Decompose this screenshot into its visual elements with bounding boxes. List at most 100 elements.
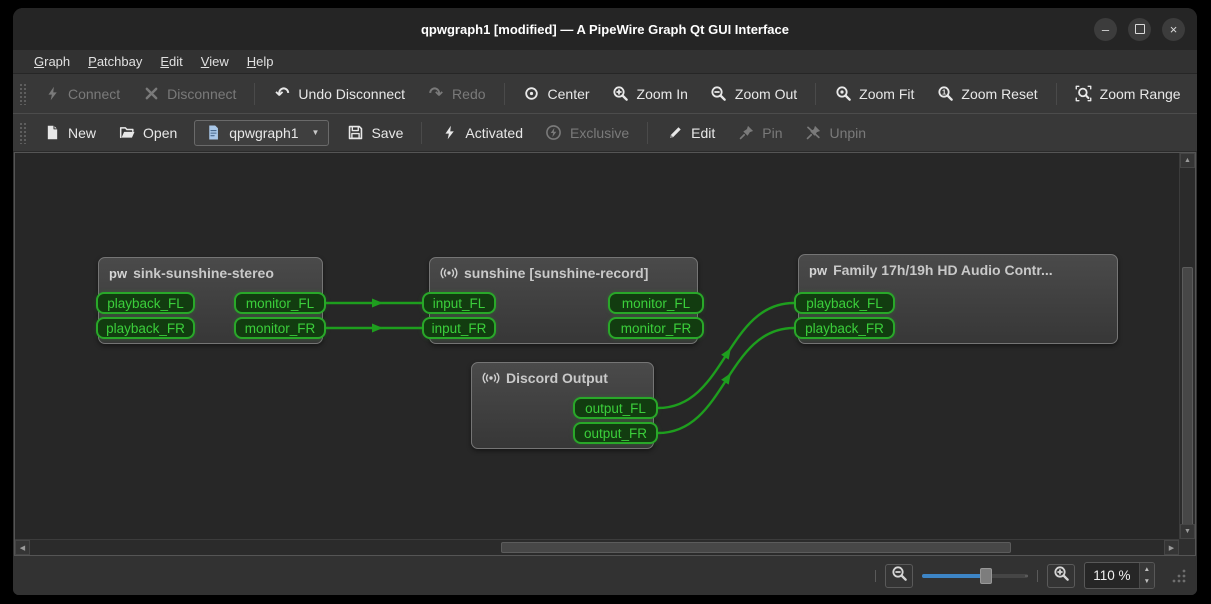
- pin-button[interactable]: Pin: [726, 119, 793, 147]
- port-sunshine-input-fl[interactable]: input_FL: [422, 292, 496, 314]
- exclusive-icon: [545, 124, 563, 142]
- disconnect-button[interactable]: Disconnect: [131, 80, 247, 108]
- zoom-range-button[interactable]: Zoom Range: [1064, 80, 1192, 108]
- zoom-in-icon: [612, 85, 630, 103]
- toolbar-label: New: [68, 124, 97, 141]
- menu-patchbay[interactable]: Patchbay: [79, 52, 151, 71]
- toolbar-label: Zoom Fit: [859, 85, 915, 102]
- zoom-fit-icon: [834, 85, 852, 103]
- port-discord-output-output-fl[interactable]: output_FL: [573, 397, 658, 419]
- toolbar-label: Zoom Range: [1099, 85, 1181, 102]
- port-family-hd-audio-playback-fl[interactable]: playback_FL: [794, 292, 895, 314]
- graph-canvas[interactable]: pw sink-sunshine-stereo sunshine [sunshi…: [15, 153, 1179, 539]
- window-title: qpwgraph1 [modified] — A PipeWire Graph …: [420, 21, 789, 37]
- toolbar-label: Connect: [68, 85, 121, 102]
- window-controls: – ×: [1094, 8, 1185, 50]
- svg-text:1: 1: [942, 88, 946, 97]
- close-button[interactable]: ×: [1162, 17, 1185, 41]
- menubar: Graph Patchbay Edit View Help: [13, 50, 1197, 74]
- minimize-button[interactable]: –: [1094, 17, 1117, 41]
- port-family-hd-audio-playback-fr[interactable]: playback_FR: [794, 317, 895, 339]
- port-sunshine-input-fr[interactable]: input_FR: [422, 317, 496, 339]
- unpin-button[interactable]: Unpin: [793, 119, 877, 147]
- spin-up-icon[interactable]: ▲: [1140, 563, 1154, 576]
- connect-button[interactable]: Connect: [32, 80, 131, 108]
- port-sink-sunshine-stereo-playback-fl[interactable]: playback_FL: [96, 292, 195, 314]
- horizontal-scroll-thumb[interactable]: [501, 542, 1011, 553]
- port-sink-sunshine-stereo-playback-fr[interactable]: playback_FR: [96, 317, 195, 339]
- zoom-reset-button[interactable]: 1 Zoom Reset: [925, 80, 1048, 108]
- port-sunshine-monitor-fl[interactable]: monitor_FL: [608, 292, 704, 314]
- menu-help[interactable]: Help: [238, 52, 283, 71]
- maximize-button[interactable]: [1128, 17, 1151, 41]
- undo-disconnect-button[interactable]: ↶ Undo Disconnect: [262, 80, 416, 108]
- title-bar[interactable]: qpwgraph1 [modified] — A PipeWire Graph …: [13, 8, 1197, 50]
- new-button[interactable]: New: [32, 119, 107, 147]
- menu-view[interactable]: View: [192, 52, 238, 71]
- toolbar-separator: [647, 121, 649, 144]
- open-button[interactable]: Open: [107, 119, 188, 147]
- spin-down-icon[interactable]: ▼: [1140, 576, 1154, 589]
- arrow-down-icon: ▼: [1184, 528, 1191, 535]
- qpwgraph1-combobox[interactable]: qpwgraph1 ▼: [194, 119, 330, 146]
- port-discord-output-output-fr[interactable]: output_FR: [573, 422, 658, 444]
- zoom-out-button[interactable]: [885, 563, 914, 588]
- toolbar-label: Disconnect: [167, 85, 237, 102]
- vertical-scroll-thumb[interactable]: [1182, 267, 1193, 527]
- save-icon: [346, 124, 364, 142]
- edit-icon: [666, 124, 684, 142]
- scroll-right-button[interactable]: ▶: [1164, 540, 1179, 555]
- resize-grip[interactable]: [1170, 567, 1187, 584]
- zoom-in-icon: [1053, 565, 1070, 587]
- zoom-spinbox[interactable]: 110 % ▲ ▼: [1084, 562, 1155, 589]
- save-button[interactable]: Save: [335, 119, 414, 147]
- zoom-slider[interactable]: [922, 566, 1029, 586]
- undo-icon: ↶: [275, 84, 290, 103]
- toolbar-label: Zoom In: [636, 85, 688, 102]
- port-sink-sunshine-stereo-monitor-fl[interactable]: monitor_FL: [234, 292, 326, 314]
- zoom-slider-handle[interactable]: [979, 567, 992, 584]
- redo-button[interactable]: ↷ Redo: [416, 80, 496, 108]
- zoom-slider-fill: [922, 573, 986, 578]
- exclusive-button[interactable]: Exclusive: [534, 119, 640, 147]
- vertical-scrollbar[interactable]: ▲ ▼: [1179, 153, 1195, 539]
- toolbar-label: Open: [143, 124, 178, 141]
- arrow-left-icon: ◀: [19, 544, 26, 552]
- zoom-out-button[interactable]: Zoom Out: [699, 80, 808, 108]
- port-sunshine-monitor-fr[interactable]: monitor_FR: [608, 317, 704, 339]
- menu-edit[interactable]: Edit: [151, 52, 191, 71]
- arrow-up-icon: ▲: [1184, 157, 1191, 164]
- center-button[interactable]: Center: [512, 80, 601, 108]
- menu-graph[interactable]: Graph: [25, 52, 79, 71]
- zoom-range-icon: [1075, 85, 1093, 103]
- toolbar-label: Edit: [691, 124, 716, 141]
- zoom-value: 110 %: [1093, 568, 1131, 583]
- statusbar-separator: [875, 569, 877, 582]
- toolbar-label: Pin: [762, 124, 783, 141]
- scroll-up-button[interactable]: ▲: [1180, 153, 1195, 168]
- scroll-left-button[interactable]: ◀: [15, 540, 30, 555]
- scroll-down-button[interactable]: ▼: [1180, 524, 1195, 539]
- connect-icon: [43, 85, 61, 103]
- disconnect-icon: [142, 85, 160, 103]
- toolbar-patchbay: New Open qpwgraph1 ▼ Save Activated Exclusive E…: [13, 114, 1197, 152]
- minimize-icon: –: [1101, 21, 1110, 37]
- toolbar-label: Unpin: [829, 124, 867, 141]
- toolbar-label: Center: [547, 85, 590, 102]
- edit-button[interactable]: Edit: [655, 119, 726, 147]
- maximize-icon: [1134, 24, 1145, 34]
- zoom-reset-icon: 1: [936, 85, 954, 103]
- zoom-in-button[interactable]: [1047, 563, 1076, 588]
- activated-button[interactable]: Activated: [429, 119, 534, 147]
- toolbar-label: Zoom Reset: [961, 85, 1038, 102]
- toolbar-separator: [503, 82, 505, 105]
- open-icon: [118, 124, 136, 142]
- toolbar-drag-handle[interactable]: [19, 121, 26, 144]
- port-sink-sunshine-stereo-monitor-fr[interactable]: monitor_FR: [234, 317, 326, 339]
- zoom-in-button[interactable]: Zoom In: [601, 80, 699, 108]
- statusbar-separator: [1037, 569, 1039, 582]
- zoom-fit-button[interactable]: Zoom Fit: [823, 80, 925, 108]
- horizontal-scrollbar[interactable]: ◀ ▶: [15, 539, 1179, 555]
- toolbar-drag-handle[interactable]: [19, 82, 26, 105]
- toolbar-separator: [1055, 82, 1057, 105]
